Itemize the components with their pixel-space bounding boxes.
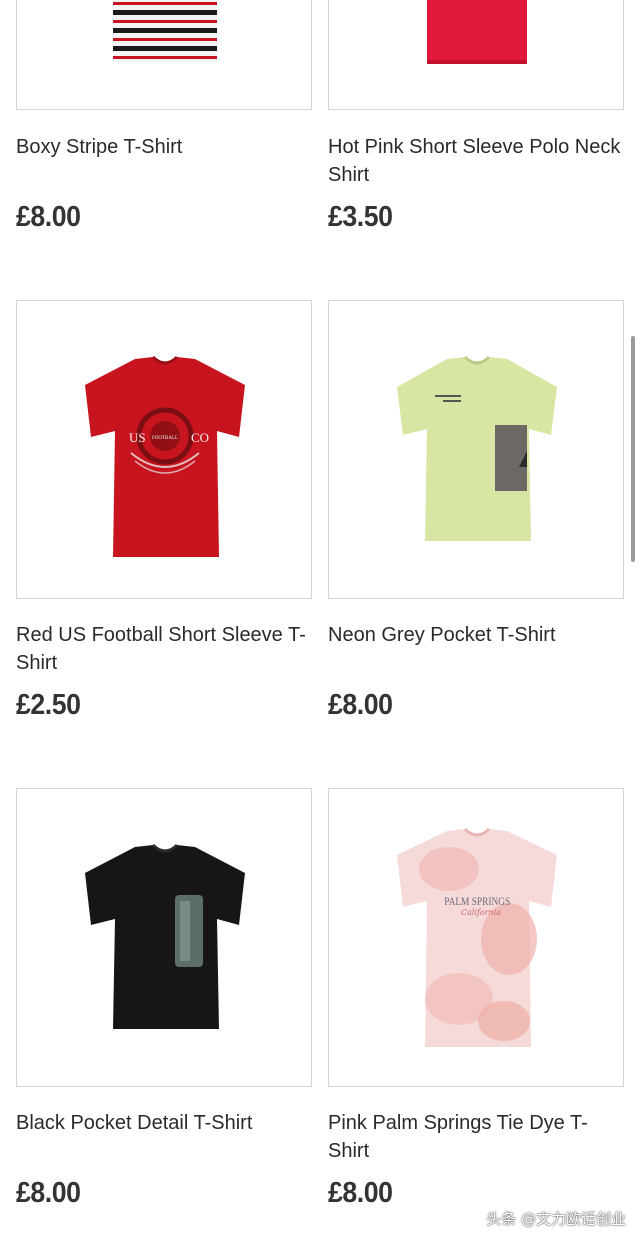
product-name[interactable]: Black Pocket Detail T-Shirt xyxy=(16,1109,312,1137)
striped-tshirt-image xyxy=(113,0,217,62)
black-pocket-tshirt-image xyxy=(85,843,245,1029)
pink-tie-dye-tshirt-image: PALM SPRINGS California xyxy=(397,827,557,1047)
shirt-graphic-script: California xyxy=(461,908,501,917)
product-price: £8.00 xyxy=(328,689,393,721)
red-football-tshirt-image: US CO FOOTBALL xyxy=(85,355,245,557)
neon-pocket-tshirt-image xyxy=(397,355,557,541)
product-image[interactable]: US CO FOOTBALL xyxy=(16,300,312,599)
watermark: 头条 @文力欧话创业 xyxy=(486,1210,626,1228)
product-price: £8.00 xyxy=(16,201,81,233)
shirt-graphic-main: PALM SPRINGS xyxy=(444,895,510,908)
product-image[interactable] xyxy=(16,788,312,1087)
product-price: £2.50 xyxy=(16,689,81,721)
shirt-graphic-right: CO xyxy=(191,430,209,445)
product-image[interactable] xyxy=(328,300,624,599)
product-image[interactable]: PALM SPRINGS California xyxy=(328,788,624,1087)
product-price: £3.50 xyxy=(328,201,393,233)
product-name[interactable]: Neon Grey Pocket T-Shirt xyxy=(328,621,624,649)
product-price: £8.00 xyxy=(328,1177,393,1209)
product-image[interactable] xyxy=(16,0,312,110)
product-name[interactable]: Hot Pink Short Sleeve Polo Neck Shirt xyxy=(328,133,624,189)
shirt-graphic-left: US xyxy=(129,430,146,445)
product-name[interactable]: Boxy Stripe T-Shirt xyxy=(16,133,312,161)
scrollbar[interactable] xyxy=(631,336,635,562)
pink-polo-image xyxy=(427,0,527,64)
product-name[interactable]: Red US Football Short Sleeve T-Shirt xyxy=(16,621,312,677)
product-name[interactable]: Pink Palm Springs Tie Dye T-Shirt xyxy=(328,1109,624,1165)
shirt-graphic-center: FOOTBALL xyxy=(152,436,178,441)
product-price: £8.00 xyxy=(16,1177,81,1209)
product-image[interactable] xyxy=(328,0,624,110)
